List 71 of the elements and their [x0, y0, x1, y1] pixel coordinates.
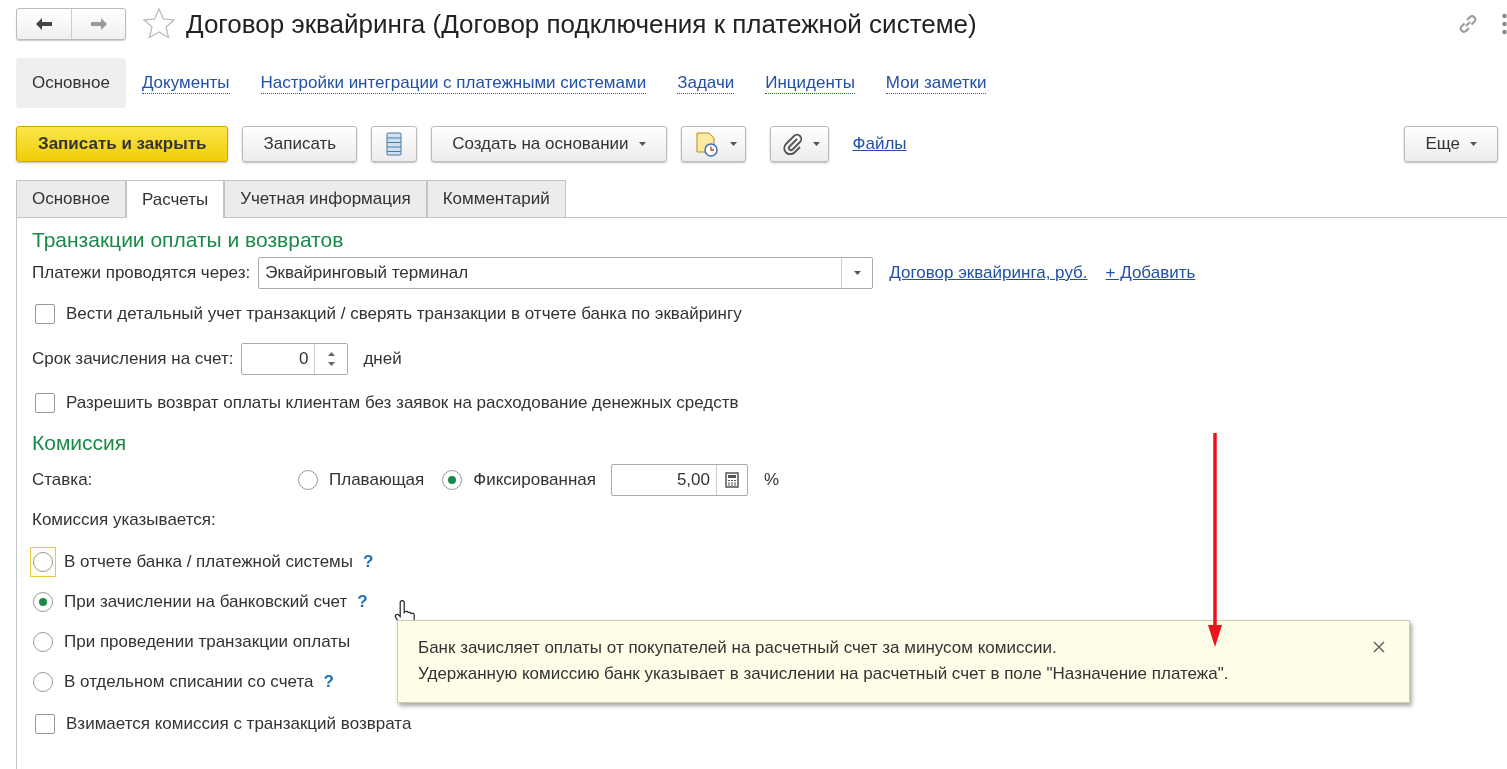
- radio-label: При проведении транзакции оплаты: [64, 632, 351, 652]
- attachment-menu-button[interactable]: [769, 126, 829, 162]
- unit-label: %: [764, 470, 780, 490]
- tab[interactable]: Учетная информация: [224, 180, 427, 217]
- caret-icon: [1470, 142, 1477, 146]
- files-link[interactable]: Файлы: [852, 134, 907, 154]
- caret-icon: [853, 271, 861, 275]
- radio-label: При зачислении на банковский счет: [64, 592, 348, 612]
- paperclip-icon: [782, 133, 803, 155]
- create-based-on-button[interactable]: Создать на основании: [431, 126, 667, 162]
- rate-field[interactable]: 5,00: [611, 464, 748, 496]
- radio-button[interactable]: [33, 552, 53, 572]
- save-button[interactable]: Записать: [242, 126, 358, 162]
- save-and-close-button[interactable]: Записать и закрыть: [16, 126, 229, 162]
- section-link[interactable]: Документы: [141, 72, 230, 94]
- tooltip-text: Удержанную комиссию банк указывает в зачислении на расчетный счет в поле "Назначение платежа".: [418, 663, 1229, 684]
- radio-button[interactable]: [33, 632, 53, 652]
- tab[interactable]: Комментарий: [426, 180, 566, 217]
- field-label: Срок зачисления на счет:: [32, 349, 234, 369]
- more-menu-icon[interactable]: [1502, 13, 1507, 35]
- help-link[interactable]: ?: [323, 672, 334, 692]
- section-link[interactable]: Мои заметки: [885, 72, 987, 94]
- spin-up-icon[interactable]: [327, 352, 335, 356]
- payment-method-field[interactable]: Эквайринговый терминал: [258, 257, 874, 289]
- radio-label: В отчете банка / платежной системы: [64, 552, 354, 572]
- report-menu-button[interactable]: [680, 126, 746, 162]
- add-link[interactable]: + Добавить: [1105, 263, 1196, 283]
- tooltip-text: Банк зачисляет оплаты от покупателей на расчетный счет за минусом комиссии.: [418, 637, 1057, 658]
- checkbox[interactable]: [35, 714, 55, 734]
- radio-button[interactable]: [33, 592, 53, 612]
- forward-arrow-icon: [89, 17, 108, 31]
- list-button[interactable]: [371, 126, 418, 162]
- unit-label: дней: [363, 349, 402, 369]
- checkbox-label: Взимается комиссия с транзакций возврата: [66, 714, 412, 734]
- radio-button[interactable]: [298, 470, 318, 490]
- section-link[interactable]: Настройки интеграции с платежными системами: [260, 72, 647, 94]
- spin-down-icon[interactable]: [327, 362, 335, 366]
- section-link[interactable]: Основное: [16, 58, 126, 108]
- checkbox-label: Вести детальный учет транзакций / сверять транзакции в отчете банка по эквайрингу: [66, 304, 742, 324]
- section-link[interactable]: Задачи: [677, 72, 735, 94]
- back-arrow-icon: [35, 17, 53, 31]
- section-heading: Транзакции оплаты и возвратов: [32, 227, 345, 253]
- checkbox-label: Разрешить возврат оплаты клиентам без заявок на расходование денежных средств: [66, 393, 739, 413]
- list-icon: [384, 132, 405, 156]
- group-label: Комиссия указывается:: [32, 510, 216, 530]
- radio-button[interactable]: [442, 470, 463, 490]
- close-icon[interactable]: [1373, 641, 1385, 653]
- field-label: Платежи проводятся через:: [32, 263, 251, 283]
- radio-label: Плавающая: [329, 470, 425, 490]
- radio-button[interactable]: [33, 672, 53, 692]
- radio-label: В отдельном списании со счета: [64, 672, 314, 692]
- help-link[interactable]: ?: [363, 552, 374, 572]
- help-link[interactable]: ?: [357, 592, 368, 612]
- star-icon[interactable]: [142, 7, 176, 41]
- more-button[interactable]: Еще: [1404, 126, 1498, 162]
- calculator-icon[interactable]: [725, 472, 739, 488]
- window-title: Договор эквайринга (Договор подключения к платежной системе): [186, 8, 977, 40]
- tab[interactable]: Основное: [16, 180, 126, 217]
- section-heading: Комиссия: [32, 430, 128, 456]
- caret-icon: [729, 142, 737, 146]
- field-label: Ставка:: [32, 470, 94, 490]
- contract-link[interactable]: Договор эквайринга, руб.: [889, 263, 1088, 283]
- tab[interactable]: Расчеты: [125, 180, 225, 218]
- radio-label: Фиксированная: [473, 470, 596, 490]
- days-field[interactable]: 0: [241, 343, 349, 375]
- caret-icon: [812, 142, 820, 146]
- section-link[interactable]: Инциденты: [765, 72, 855, 94]
- checkbox[interactable]: [35, 393, 55, 413]
- document-clock-icon: [693, 131, 720, 157]
- checkbox[interactable]: [35, 304, 55, 324]
- caret-icon: [638, 142, 646, 146]
